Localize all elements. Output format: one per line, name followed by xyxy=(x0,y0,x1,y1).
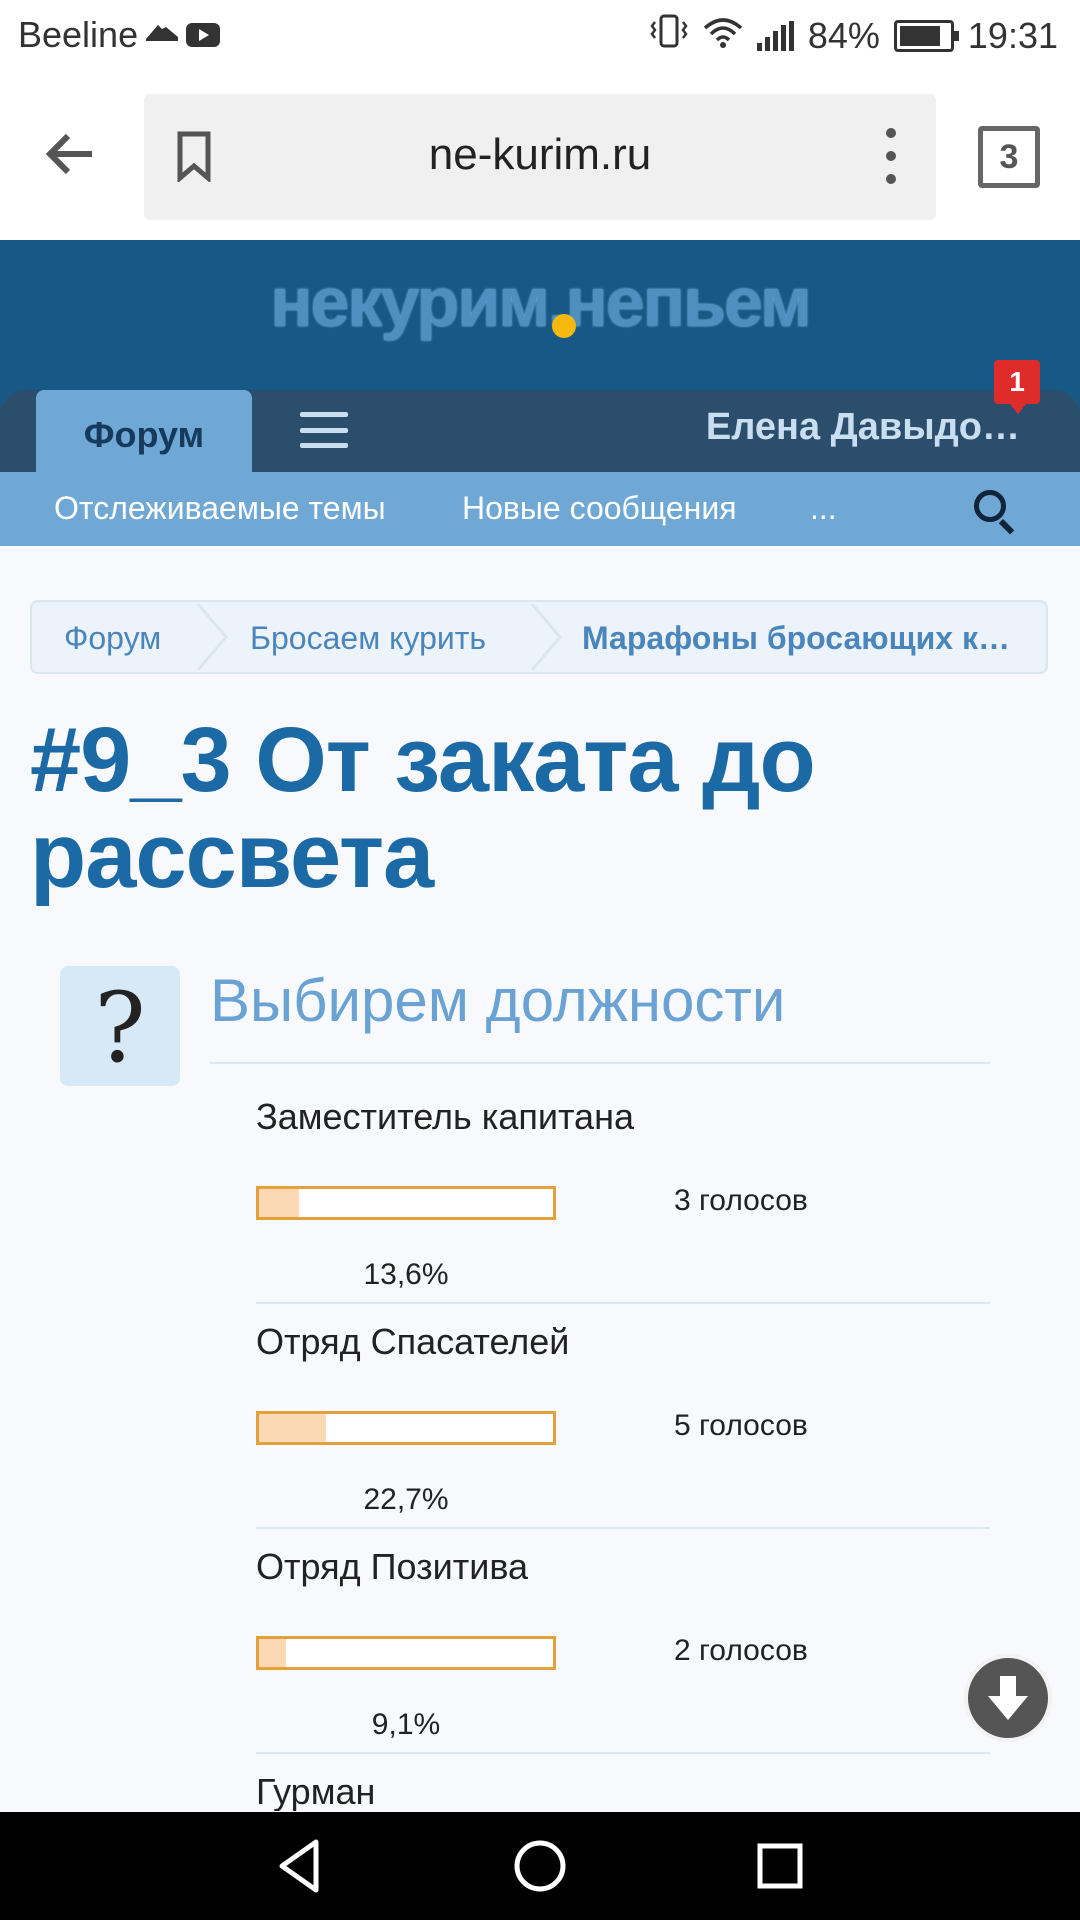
arrow-down-icon xyxy=(988,1676,1028,1720)
notification-badge[interactable]: 1 xyxy=(994,360,1040,414)
poll-option-percent: 9,1% xyxy=(371,1708,441,1741)
logo-dot xyxy=(552,314,576,338)
wifi-icon xyxy=(703,15,743,57)
poll-option-bar-fill xyxy=(259,1414,326,1442)
page-title: #9_3 От заката до рассвета xyxy=(30,709,816,907)
back-arrow-icon[interactable] xyxy=(40,124,100,184)
address-bar[interactable]: ne-kurim.ru xyxy=(144,94,936,220)
breadcrumb-item-forum[interactable]: Форум xyxy=(64,620,161,657)
status-right: 84% 19:31 xyxy=(649,14,1058,57)
poll-option-votes: 3 голосов xyxy=(674,1184,808,1217)
breadcrumb-item-marathons[interactable]: Марафоны бросающих к… xyxy=(582,620,1010,657)
poll-option-percent: 22,7% xyxy=(363,1483,449,1516)
subnav-watched-threads[interactable]: Отслеживаемые темы xyxy=(54,490,386,527)
poll-question: Выбирем должности xyxy=(210,967,786,1034)
poll-divider xyxy=(256,1527,990,1529)
system-nav-bar xyxy=(0,1812,1080,1920)
subnav-more[interactable]: ... xyxy=(810,490,837,527)
poll-divider xyxy=(210,1062,990,1064)
home-circle-icon[interactable] xyxy=(508,1834,572,1898)
poll-option-label: Отряд Позитива xyxy=(256,1546,529,1587)
poll-option-label: Гурман xyxy=(256,1771,376,1811)
poll-divider xyxy=(256,1752,990,1754)
back-triangle-icon[interactable] xyxy=(268,1834,332,1898)
sub-nav: Отслеживаемые темы Новые сообщения ... xyxy=(0,472,1080,546)
tabs-icon[interactable]: 3 xyxy=(978,126,1040,188)
poll-divider xyxy=(256,1302,990,1304)
url-text[interactable]: ne-kurim.ru xyxy=(144,130,936,180)
poll-option: Отряд Спасателей 5 голосов 22,7% xyxy=(256,1321,996,1545)
youtube-icon xyxy=(186,23,221,47)
vibrate-icon xyxy=(649,14,689,57)
breadcrumb-separator xyxy=(530,604,562,670)
main-nav-bar: Форум Елена Давыдо… xyxy=(0,390,1080,472)
tab-forum[interactable]: Форум xyxy=(36,390,252,472)
signal-icon xyxy=(756,20,794,51)
battery-icon xyxy=(893,19,959,52)
menu-icon[interactable] xyxy=(300,412,348,448)
poll-option-votes: 5 голосов xyxy=(674,1409,808,1442)
breadcrumb-item-quit-smoking[interactable]: Бросаем курить xyxy=(250,620,486,657)
browser-toolbar: ne-kurim.ru 3 xyxy=(0,72,1080,240)
poll-option-label: Отряд Спасателей xyxy=(256,1321,570,1362)
question-icon: ? xyxy=(60,966,180,1086)
poll-option: Гурман xyxy=(256,1771,996,1811)
search-icon[interactable] xyxy=(974,490,1006,522)
status-left: Beeline xyxy=(18,14,221,56)
scroll-down-button[interactable] xyxy=(964,1654,1052,1742)
breadcrumb-separator xyxy=(196,604,228,670)
poll-option-percent: 13,6% xyxy=(363,1258,449,1291)
poll-option-bar xyxy=(256,1636,556,1670)
user-menu[interactable]: Елена Давыдо… xyxy=(706,406,1020,449)
status-bar: Beeline 84% 19:31 xyxy=(0,0,1080,72)
breadcrumb: Форум Бросаем курить Марафоны бросающих … xyxy=(30,600,1048,674)
poll-option-bar-fill xyxy=(259,1639,286,1667)
shoe-icon xyxy=(144,14,180,56)
battery-percent: 84% xyxy=(807,14,880,56)
carrier-name: Beeline xyxy=(18,14,139,55)
main-nav: Форум Елена Давыдо… 1 xyxy=(0,360,1080,472)
poll-option-votes: 2 голосов xyxy=(674,1634,808,1667)
poll-option-label: Заместитель капитана xyxy=(256,1096,634,1137)
recents-square-icon[interactable] xyxy=(748,1834,812,1898)
poll-option: Заместитель капитана 3 голосов 13,6% xyxy=(256,1096,996,1320)
poll-option-bar xyxy=(256,1411,556,1445)
subnav-new-posts[interactable]: Новые сообщения xyxy=(462,490,737,527)
site-header: некурим.непьем xyxy=(0,240,1080,390)
poll-option-bar-fill xyxy=(259,1189,299,1217)
poll-option: Отряд Позитива 2 голосов 9,1% xyxy=(256,1546,996,1770)
poll-option-bar xyxy=(256,1186,556,1220)
more-vert-icon[interactable] xyxy=(886,128,896,184)
site-logo[interactable]: некурим.непьем xyxy=(0,262,1080,342)
clock: 19:31 xyxy=(967,14,1058,56)
